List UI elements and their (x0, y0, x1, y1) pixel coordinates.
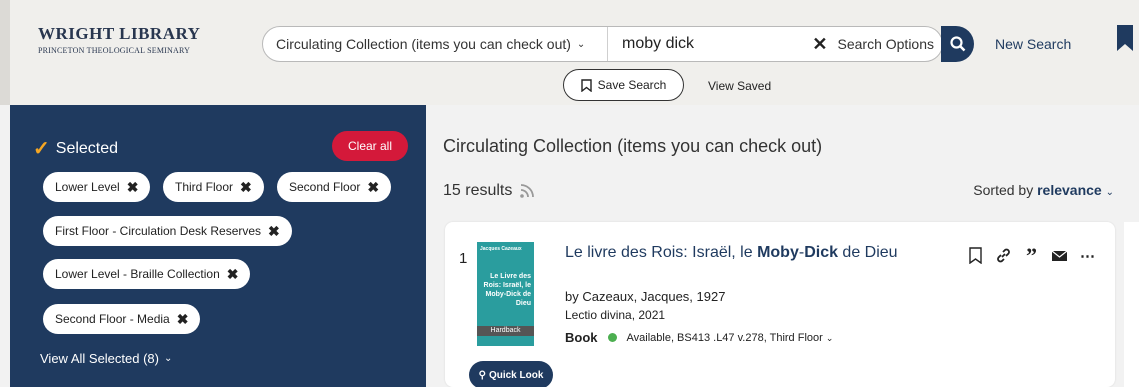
page-title: Circulating Collection (items you can ch… (443, 136, 823, 156)
email-icon[interactable] (1051, 247, 1068, 264)
scope-select[interactable]: Circulating Collection (items you can ch… (263, 27, 608, 61)
format-label: Book (565, 330, 598, 345)
author-link[interactable]: by Cazeaux, Jacques, 1927 (565, 289, 725, 304)
remove-icon[interactable]: ✖ (240, 179, 252, 196)
remove-icon[interactable]: ✖ (367, 179, 379, 196)
facet-sidebar: ✓ Selected Clear all Lower Level ✖ Third … (10, 105, 426, 387)
filter-chip[interactable]: Second Floor - Media ✖ (43, 304, 201, 334)
chip-label: Second Floor - Media (55, 312, 170, 326)
chevron-down-icon: ⌄ (1105, 187, 1114, 198)
cover-title: Le Livre des Rois: Israël, le Moby-Dick … (483, 273, 531, 307)
filter-chip[interactable]: First Floor - Circulation Desk Reserves ✖ (43, 216, 292, 246)
book-cover[interactable]: Jacques Cazeaux Le Livre des Rois: Israë… (477, 242, 534, 360)
library-logo[interactable]: WRIGHT LIBRARY PRINCETON THEOLOGICAL SEM… (38, 24, 200, 55)
chip-label: First Floor - Circulation Desk Reserves (55, 224, 262, 238)
search-options-link[interactable]: Search Options (838, 36, 935, 52)
link-icon[interactable] (995, 247, 1012, 264)
title-part: de Dieu (837, 244, 898, 261)
bookmark-outline-icon (580, 78, 592, 92)
chevron-down-icon: ⌄ (825, 332, 834, 343)
publisher-info: Lectio divina, 2021 (565, 308, 666, 322)
selected-heading: ✓ Selected (33, 136, 118, 161)
view-all-label: View All Selected (8) (40, 351, 159, 366)
availability-row: Book Available, BS413 .L47 v.278, Third … (565, 330, 833, 345)
chip-label: Lower Level - Braille Collection (55, 267, 220, 281)
title-highlight: Moby (757, 244, 799, 261)
chevron-down-icon: ⌄ (164, 353, 173, 364)
save-search-button[interactable]: Save Search (563, 69, 684, 101)
cover-author: Jacques Cazeaux (480, 246, 522, 252)
filter-chip[interactable]: Lower Level ✖ (43, 172, 151, 202)
remove-icon[interactable]: ✖ (177, 311, 189, 328)
remove-icon[interactable]: ✖ (227, 266, 239, 283)
cite-icon[interactable]: ” (1023, 243, 1040, 268)
quick-look-label: Quick Look (488, 369, 544, 381)
search-icon (949, 36, 965, 52)
result-number: 1 (459, 250, 468, 267)
cover-format: Hardback (477, 326, 534, 336)
chevron-down-icon: ⌄ (576, 38, 586, 50)
available-status-icon (607, 333, 617, 342)
chip-label: Lower Level (55, 180, 120, 194)
sorted-prefix: Sorted by (973, 182, 1034, 198)
search-bar: Circulating Collection (items you can ch… (262, 26, 943, 62)
logo-main-text: WRIGHT LIBRARY (38, 24, 201, 43)
result-actions: ” ⋯ (967, 243, 1096, 268)
chip-label: Second Floor (289, 180, 361, 194)
filter-chip[interactable]: Second Floor ✖ (277, 172, 392, 202)
results-count: 15 results (443, 182, 535, 200)
bookmark-icon[interactable] (1117, 25, 1133, 51)
remove-icon[interactable]: ✖ (268, 223, 280, 240)
result-title-link[interactable]: Le livre des Rois: Israël, le Moby-Dick … (565, 244, 898, 262)
filter-chip[interactable]: Lower Level - Braille Collection ✖ (43, 259, 251, 289)
quick-look-button[interactable]: ⚲ Quick Look (469, 361, 553, 387)
scope-label: Circulating Collection (items you can ch… (276, 36, 571, 52)
clear-search-icon[interactable]: ✕ (812, 34, 827, 55)
results-count-label: 15 results (443, 182, 513, 199)
view-all-selected-toggle[interactable]: View All Selected (8) ⌄ (40, 351, 172, 366)
search-input[interactable]: moby dick (608, 35, 812, 53)
clear-all-button[interactable]: Clear all (332, 131, 408, 161)
rss-icon[interactable] (520, 184, 535, 198)
checkmark-icon: ✓ (33, 138, 50, 160)
selected-label: Selected (55, 139, 119, 157)
new-search-link[interactable]: New Search (995, 36, 1071, 52)
sort-control[interactable]: Sorted by relevance ⌄ (973, 182, 1114, 198)
sort-value: relevance (1037, 182, 1102, 198)
filter-chip[interactable]: Third Floor ✖ (163, 172, 264, 202)
logo-sub-text: PRINCETON THEOLOGICAL SEMINARY (38, 46, 191, 55)
next-card-edge (1124, 222, 1139, 387)
magnifier-icon: ⚲ (478, 369, 486, 381)
title-part: Le livre des Rois: Israël, le (565, 244, 758, 261)
save-search-label: Save Search (597, 78, 667, 92)
chip-label: Third Floor (175, 180, 234, 194)
view-saved-link[interactable]: View Saved (708, 79, 771, 93)
more-options-icon[interactable]: ⋯ (1079, 247, 1096, 265)
availability-text: Available, BS413 .L47 v.278, Third Floor (626, 331, 823, 344)
availability-toggle[interactable]: Available, BS413 .L47 v.278, Third Floor… (627, 332, 834, 344)
remove-icon[interactable]: ✖ (127, 179, 139, 196)
bookmark-outline-icon[interactable] (967, 247, 984, 264)
title-highlight: Dick (804, 244, 838, 261)
